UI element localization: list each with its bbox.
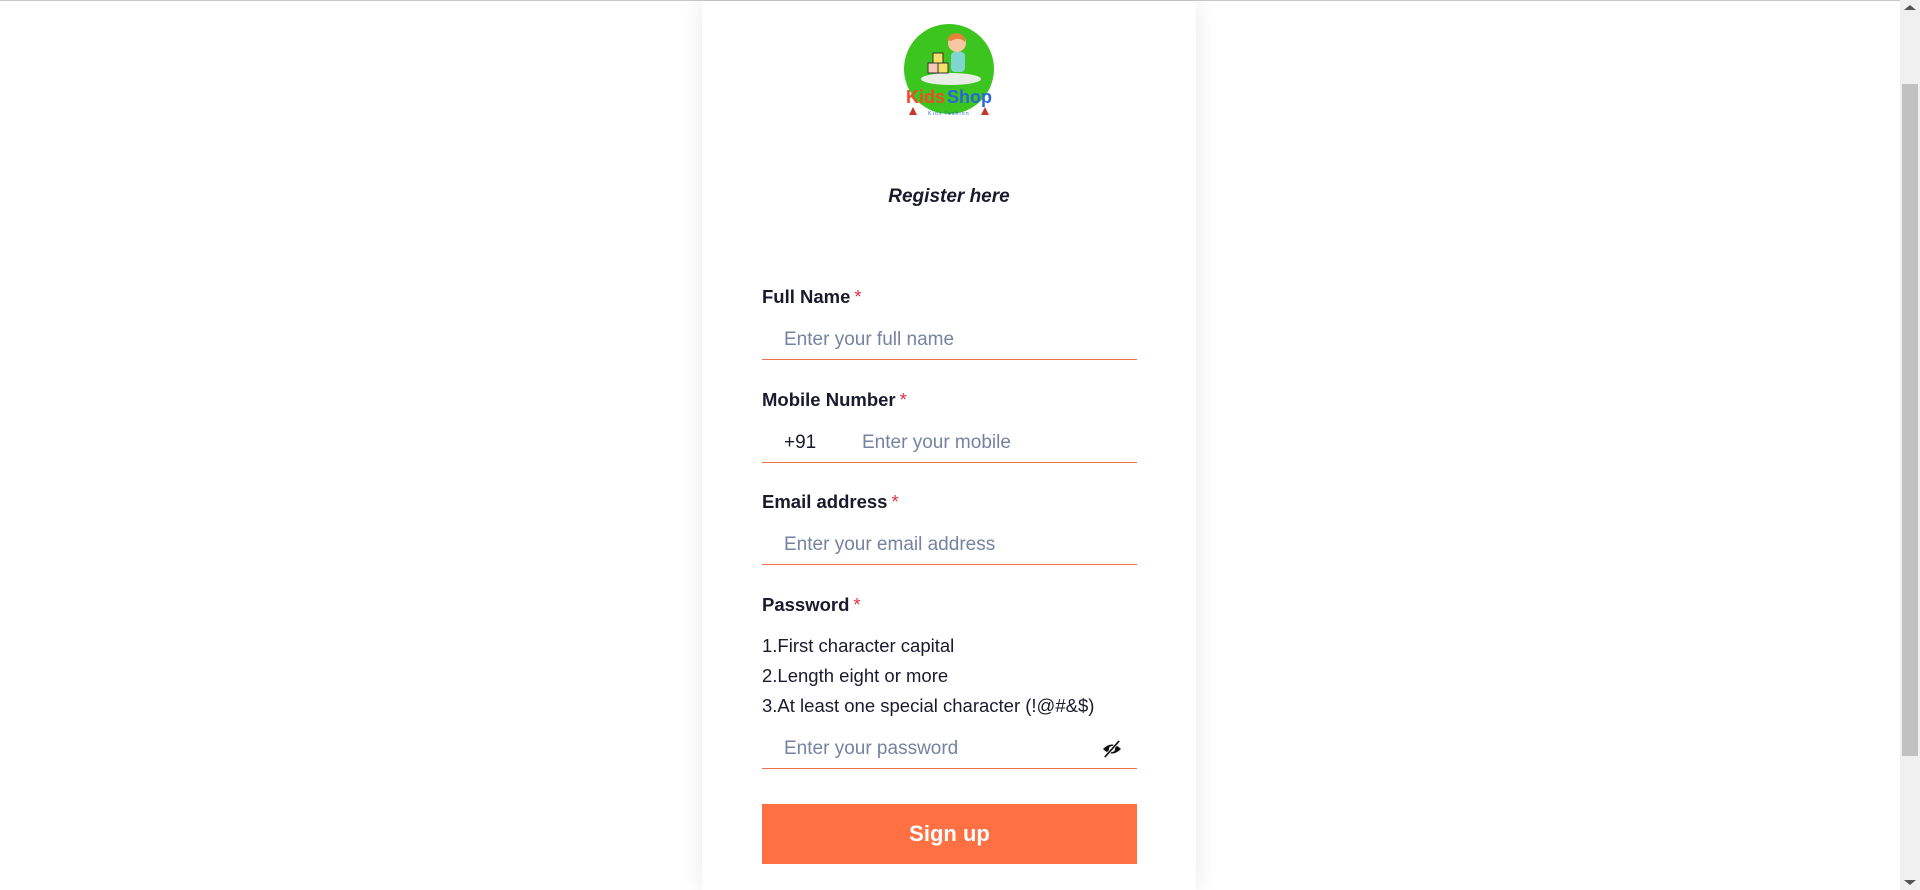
mobile-input[interactable] <box>860 424 1134 462</box>
required-mark: * <box>853 594 861 615</box>
email-input[interactable] <box>782 526 1136 564</box>
country-code-prefix: +91 <box>784 432 817 453</box>
scrollbar-thumb[interactable] <box>1902 84 1918 756</box>
scroll-down-arrow-icon[interactable] <box>1904 880 1916 885</box>
page-title: Register here <box>888 186 1010 207</box>
password-input[interactable] <box>782 730 1096 768</box>
full-name-label: Full Name * <box>762 286 862 307</box>
full-name-field-wrap <box>762 321 1137 360</box>
sign-up-button[interactable]: Sign up <box>762 804 1137 864</box>
password-rule: 1.First character capital <box>762 635 955 656</box>
password-label: Password * <box>762 594 861 615</box>
logo-tagline: Kids fashion <box>928 111 970 117</box>
eye-slash-icon[interactable] <box>1101 740 1123 758</box>
vertical-scrollbar[interactable] <box>1900 0 1920 890</box>
logo-wordmark: Kids Shop <box>906 87 992 107</box>
required-mark: * <box>899 389 907 410</box>
password-rule: 2.Length eight or more <box>762 665 949 686</box>
password-rules: 1.First character capital 2.Length eight… <box>762 631 1094 721</box>
email-label: Email address * <box>762 491 899 512</box>
password-rule: 3.At least one special character (!@#&$) <box>762 695 1095 716</box>
password-field-wrap <box>762 730 1137 769</box>
toy-icon-right <box>981 107 989 115</box>
scroll-up-arrow-icon[interactable] <box>1904 5 1916 10</box>
full-name-input[interactable] <box>782 321 1136 359</box>
required-mark: * <box>891 491 899 512</box>
register-card: Kids Shop Kids fashion Register here Full… <box>702 1 1196 890</box>
toy-icon-left <box>909 107 917 115</box>
required-mark: * <box>854 286 862 307</box>
kids-shop-logo: Kids Shop Kids fashion <box>904 24 994 117</box>
mobile-label: Mobile Number * <box>762 389 907 410</box>
mobile-field-wrap: +91 <box>762 424 1137 463</box>
email-field-wrap <box>762 526 1137 565</box>
